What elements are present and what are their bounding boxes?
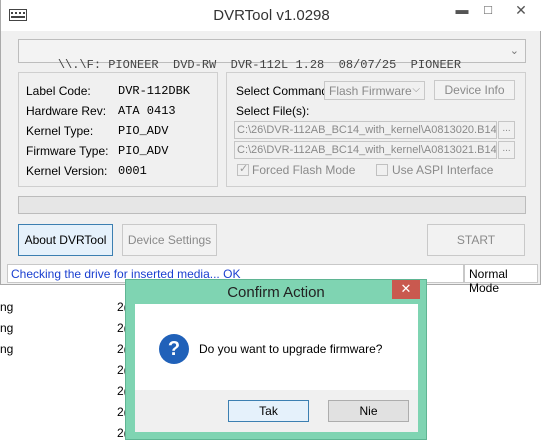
select-command-label: Select Command:: [236, 84, 332, 98]
dialog-title: Confirm Action: [227, 284, 325, 301]
command-select-value: Flash Firmware: [329, 84, 412, 98]
firmware-type-value: PIO_ADV: [118, 144, 169, 158]
background-row: 2(: [0, 402, 135, 422]
checkmark-icon: ✓: [239, 163, 249, 175]
background-row-name: ng: [0, 300, 14, 314]
question-icon: ?: [159, 334, 189, 364]
aspi-checkbox[interactable]: [376, 164, 388, 176]
browse-button-2[interactable]: ...: [498, 141, 515, 159]
drive-select-value: \\.\F: PIONEER DVD-RW DVR-112L 1.28 08/0…: [57, 58, 462, 72]
maximize-button[interactable]: □: [475, 1, 501, 21]
label-code-value: DVR-112DBK: [118, 84, 191, 98]
progress-bar: [18, 196, 526, 214]
aspi-label: Use ASPI Interface: [392, 163, 494, 177]
kernel-type-label: Kernel Type:: [26, 124, 94, 138]
drive-select[interactable]: \\.\F: PIONEER DVD-RW DVR-112L 1.28 08/0…: [18, 39, 526, 72]
background-row: 2(: [0, 381, 135, 401]
minimize-button[interactable]: ▬: [449, 1, 475, 21]
background-row: ng 2(: [0, 297, 135, 317]
background-row: ng 2(: [0, 339, 135, 359]
chevron-down-icon: ⌵: [412, 84, 420, 95]
forced-flash-checkbox[interactable]: ✓: [237, 163, 249, 176]
firmware-type-label: Firmware Type:: [26, 144, 109, 158]
close-button[interactable]: ✕: [501, 1, 541, 21]
background-row: ng 2(: [0, 318, 135, 338]
select-files-label: Select File(s):: [236, 104, 310, 118]
mode-indicator: Normal Mode: [464, 264, 538, 295]
kernel-version-label: Kernel Version:: [26, 164, 108, 178]
confirm-dialog: Confirm Action ✕ ? Do you want to upgrad…: [125, 279, 427, 440]
dialog-message: Do you want to upgrade firmware?: [199, 342, 383, 356]
chevron-down-icon[interactable]: ⌄: [510, 44, 519, 57]
file-path-2[interactable]: C:\26\DVR-112AB_BC14_with_kernel\A081302…: [234, 141, 497, 159]
device-settings-button[interactable]: Device Settings: [122, 224, 217, 256]
hardware-rev-label: Hardware Rev:: [26, 104, 107, 118]
hardware-rev-value: ATA 0413: [118, 104, 176, 118]
background-row: 2(: [0, 360, 135, 380]
yes-button[interactable]: Tak: [228, 400, 309, 422]
dvrtool-window: DVRTool v1.0298 ▬ □ ✕ \\.\F: PIONEER DVD…: [0, 0, 541, 295]
dialog-body: ? Do you want to upgrade firmware? Tak N…: [135, 304, 418, 432]
no-button[interactable]: Nie: [328, 400, 409, 422]
label-code-label: Label Code:: [26, 84, 91, 98]
about-button[interactable]: About DVRTool: [18, 224, 113, 256]
forced-flash-label: Forced Flash Mode: [252, 163, 356, 177]
file-path-1[interactable]: C:\26\DVR-112AB_BC14_with_kernel\A081302…: [234, 121, 497, 139]
background-row: 2(: [0, 423, 135, 443]
start-button[interactable]: START: [427, 224, 525, 256]
background-row-name: ng: [0, 342, 14, 356]
browse-button-1[interactable]: ...: [498, 121, 515, 139]
title-bar[interactable]: DVRTool v1.0298 ▬ □ ✕: [1, 0, 541, 31]
command-select[interactable]: Flash Firmware ⌵: [324, 81, 425, 100]
dialog-close-button[interactable]: ✕: [392, 280, 420, 299]
background-row-name: ng: [0, 321, 14, 335]
kernel-type-value: PIO_ADV: [118, 124, 169, 138]
device-info-button[interactable]: Device Info: [434, 80, 515, 100]
kernel-version-value: 0001: [118, 164, 147, 178]
